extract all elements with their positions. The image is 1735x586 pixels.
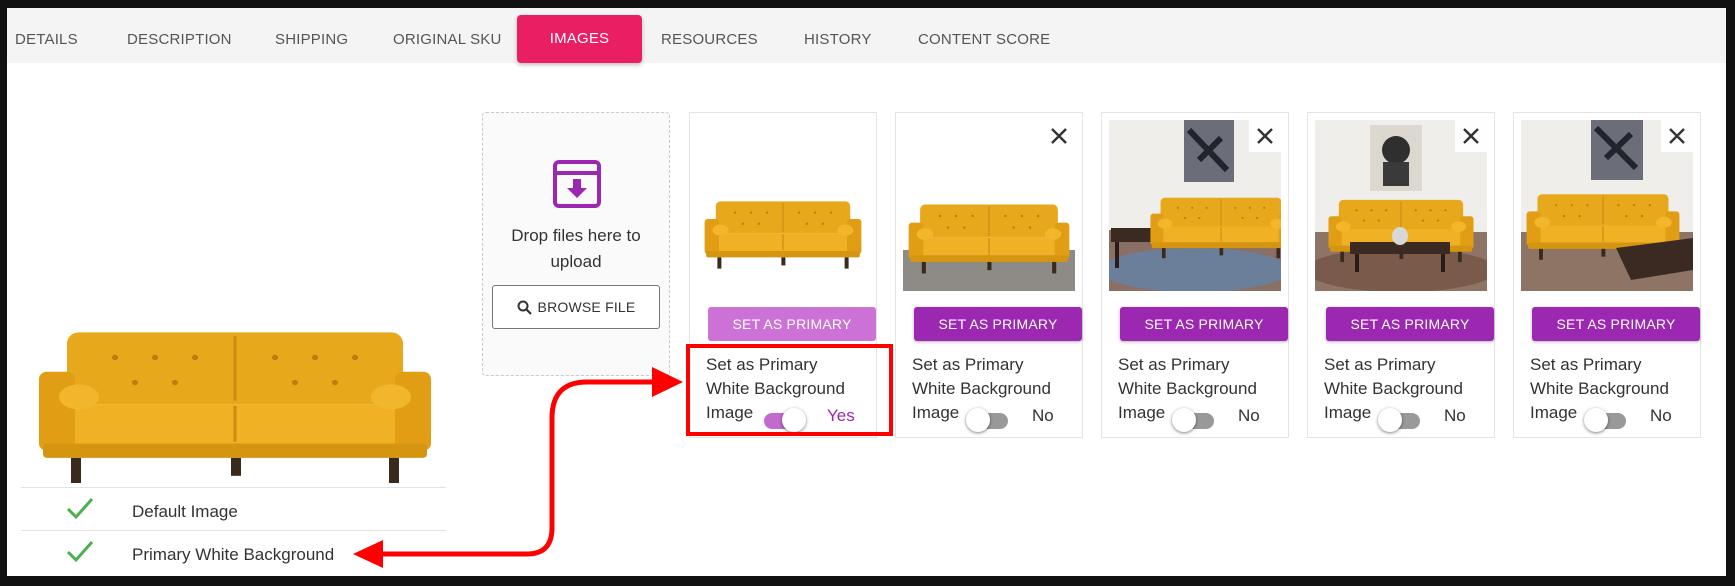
product-editor: DETAILS DESCRIPTION SHIPPING ORIGINAL SK… [7, 8, 1726, 576]
annotation-arrow [353, 367, 683, 568]
